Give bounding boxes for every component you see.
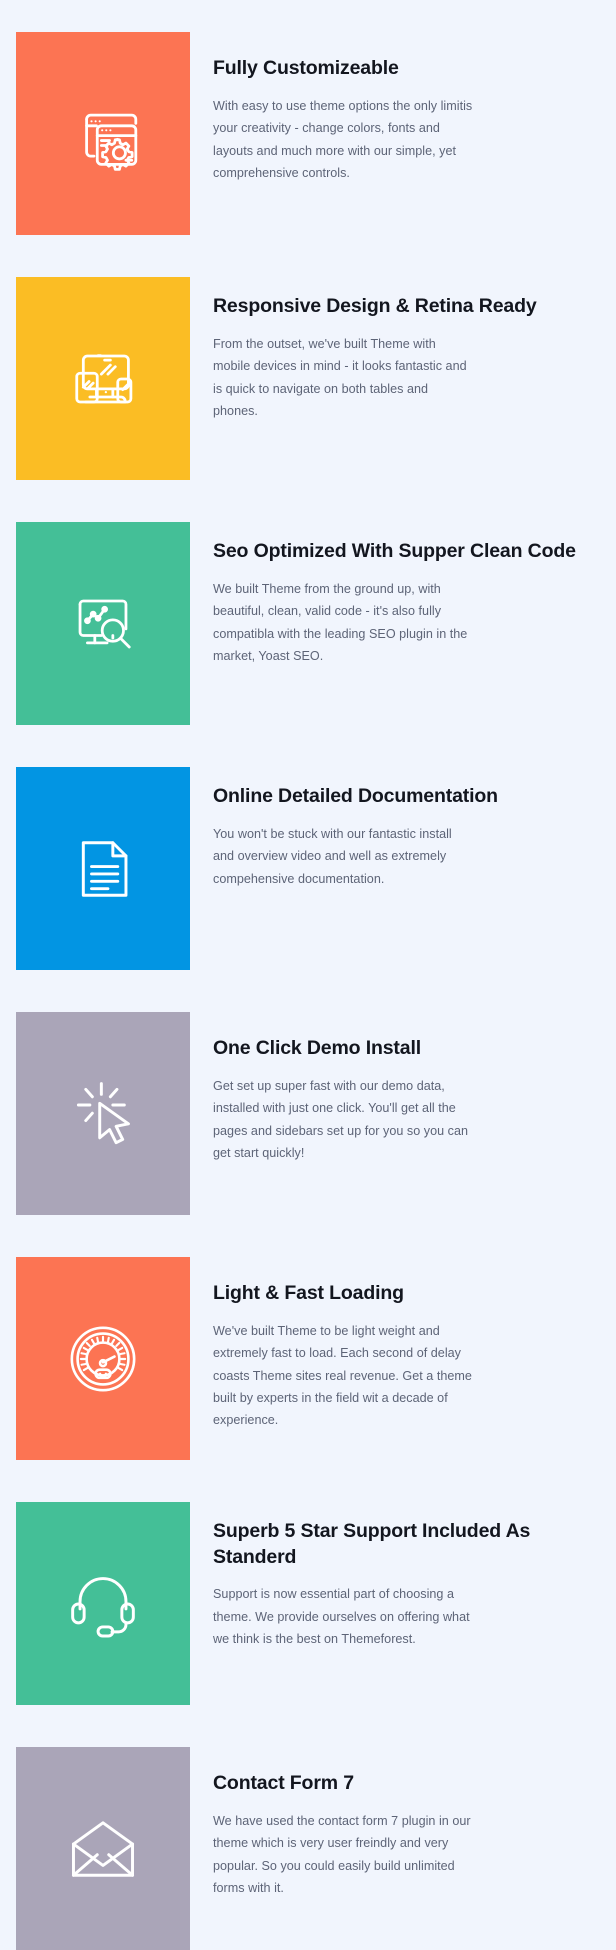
feature-text: Superb 5 Star Support Included As Stande…: [190, 1502, 616, 1651]
feature-text: Online Detailed Documentation You won't …: [190, 767, 616, 890]
feature-body: From the outset, we've built Theme with …: [213, 336, 467, 418]
feature-row: Online Detailed Documentation You won't …: [0, 767, 616, 970]
feature-row: One Click Demo Install Get set up super …: [0, 1012, 616, 1215]
feature-row: Light & Fast Loading We've built Theme t…: [0, 1257, 616, 1460]
feature-body: We built Theme from the ground up, with …: [213, 581, 468, 663]
headset-support-icon: [62, 1563, 144, 1645]
features-list: Fully Customizeable With easy to use the…: [0, 0, 616, 1950]
click-cursor-icon: [62, 1073, 144, 1155]
feature-title: Fully Customizeable: [213, 57, 399, 79]
feature-icon-tile: [16, 1257, 190, 1460]
feature-body: With easy to use theme options the only …: [213, 98, 473, 180]
feature-title: Light & Fast Loading: [213, 1282, 404, 1304]
document-page-icon: [62, 828, 144, 910]
responsive-devices-icon: [62, 338, 144, 420]
feature-text: Seo Optimized With Supper Clean Code We …: [190, 522, 616, 667]
feature-icon-tile: [16, 1012, 190, 1215]
feature-row: Seo Optimized With Supper Clean Code We …: [0, 522, 616, 725]
feature-icon-tile: [16, 277, 190, 480]
feature-icon-tile: [16, 32, 190, 235]
feature-text: Light & Fast Loading We've built Theme t…: [190, 1257, 616, 1432]
feature-icon-tile: [16, 1502, 190, 1705]
feature-body: We have used the contact form 7 plugin i…: [213, 1813, 471, 1895]
feature-icon-tile: [16, 1747, 190, 1950]
feature-icon-tile: [16, 522, 190, 725]
feature-text: Responsive Design & Retina Ready From th…: [190, 277, 616, 422]
feature-body: We've built Theme to be light weight and…: [213, 1323, 472, 1428]
feature-title: Seo Optimized With Supper Clean Code: [213, 540, 576, 562]
feature-body: Support is now essential part of choosin…: [213, 1587, 470, 1647]
feature-row: Fully Customizeable With easy to use the…: [0, 32, 616, 235]
feature-row: Superb 5 Star Support Included As Stande…: [0, 1502, 616, 1705]
feature-text: One Click Demo Install Get set up super …: [190, 1012, 616, 1164]
feature-text: Fully Customizeable With easy to use the…: [190, 32, 616, 184]
feature-title: Responsive Design & Retina Ready: [213, 295, 537, 317]
browser-windows-gear-icon: [62, 93, 144, 175]
feature-icon-tile: [16, 767, 190, 970]
seo-analytics-magnifier-icon: [62, 583, 144, 665]
feature-body: Get set up super fast with our demo data…: [213, 1078, 469, 1160]
feature-text: Contact Form 7 We have used the contact …: [190, 1747, 616, 1899]
feature-row: Contact Form 7 We have used the contact …: [0, 1747, 616, 1950]
speedometer-icon: [62, 1318, 144, 1400]
feature-body: You won't be stuck with our fantastic in…: [213, 826, 452, 886]
feature-title: Superb 5 Star Support Included As Stande…: [213, 1520, 531, 1568]
feature-row: Responsive Design & Retina Ready From th…: [0, 277, 616, 480]
feature-title: Contact Form 7: [213, 1772, 354, 1794]
feature-title: Online Detailed Documentation: [213, 785, 498, 807]
feature-title: One Click Demo Install: [213, 1037, 422, 1059]
envelope-mail-icon: [62, 1808, 144, 1890]
